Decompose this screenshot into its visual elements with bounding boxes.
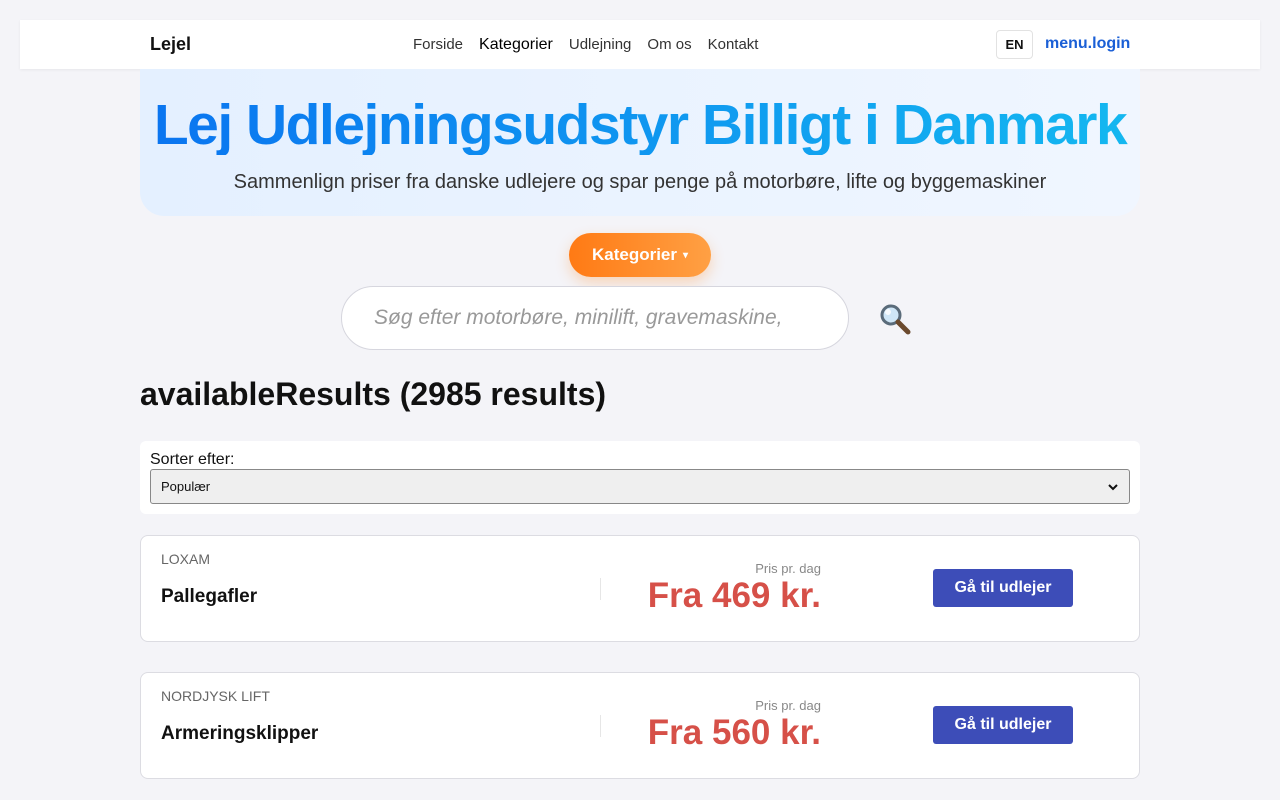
price-label: Pris pr. dag (755, 561, 821, 576)
site-header: Lejel Forside Kategorier Udlejning Om os… (20, 20, 1260, 69)
sort-selected-value: Populær (161, 479, 211, 494)
categories-dropdown-button[interactable]: Kategorier ▾ (569, 233, 711, 277)
nav-item-udlejning[interactable]: Udlejning (569, 36, 632, 53)
go-to-rental-button[interactable]: Gå til udlejer (933, 569, 1073, 607)
price-value: Fra 560 kr. (647, 713, 821, 752)
listing-card: LOXAM Pallegafler Pris pr. dag Fra 469 k… (140, 535, 1140, 642)
login-link[interactable]: menu.login (1045, 35, 1130, 53)
hero-banner: Lej Udlejningsudstyr Billigt i Danmark S… (140, 69, 1140, 216)
sort-label: Sorter efter: (150, 451, 235, 468)
sort-select[interactable]: Populær (150, 469, 1130, 504)
site-logo[interactable]: Lejel (150, 34, 191, 55)
language-button[interactable]: EN (996, 30, 1033, 59)
nav-item-kategorier[interactable]: Kategorier (479, 36, 553, 54)
chevron-down-icon (1108, 483, 1118, 490)
main-nav: Forside Kategorier Udlejning Om os Konta… (413, 20, 758, 69)
vendor-name: LOXAM (161, 551, 211, 567)
search-input[interactable] (341, 286, 849, 350)
results-title: availableResults (2985 results) (140, 376, 607, 412)
vendor-name: NORDJYSK LIFT (161, 688, 270, 704)
product-name: Armeringsklipper (161, 723, 319, 744)
card-divider (600, 578, 601, 600)
nav-item-kontakt[interactable]: Kontakt (708, 36, 759, 53)
hero-subtitle: Sammenlign priser fra danske udlejere og… (233, 171, 1047, 193)
caret-down-icon: ▾ (683, 249, 689, 261)
go-to-rental-button[interactable]: Gå til udlejer (933, 706, 1073, 744)
categories-button-label: Kategorier (591, 245, 677, 264)
nav-item-om-os[interactable]: Om os (647, 36, 691, 53)
sort-panel: Sorter efter: Populær (140, 441, 1140, 514)
price-label: Pris pr. dag (755, 698, 821, 713)
hero-title: Lej Udlejningsudstyr Billigt i Danmark (140, 95, 1140, 155)
price-value: Fra 469 kr. (647, 576, 821, 615)
product-name: Pallegafler (161, 586, 258, 607)
nav-item-forside[interactable]: Forside (413, 36, 463, 53)
listing-card: NORDJYSK LIFT Armeringsklipper Pris pr. … (140, 672, 1140, 779)
search-icon[interactable] (877, 301, 913, 337)
card-divider (600, 715, 601, 737)
